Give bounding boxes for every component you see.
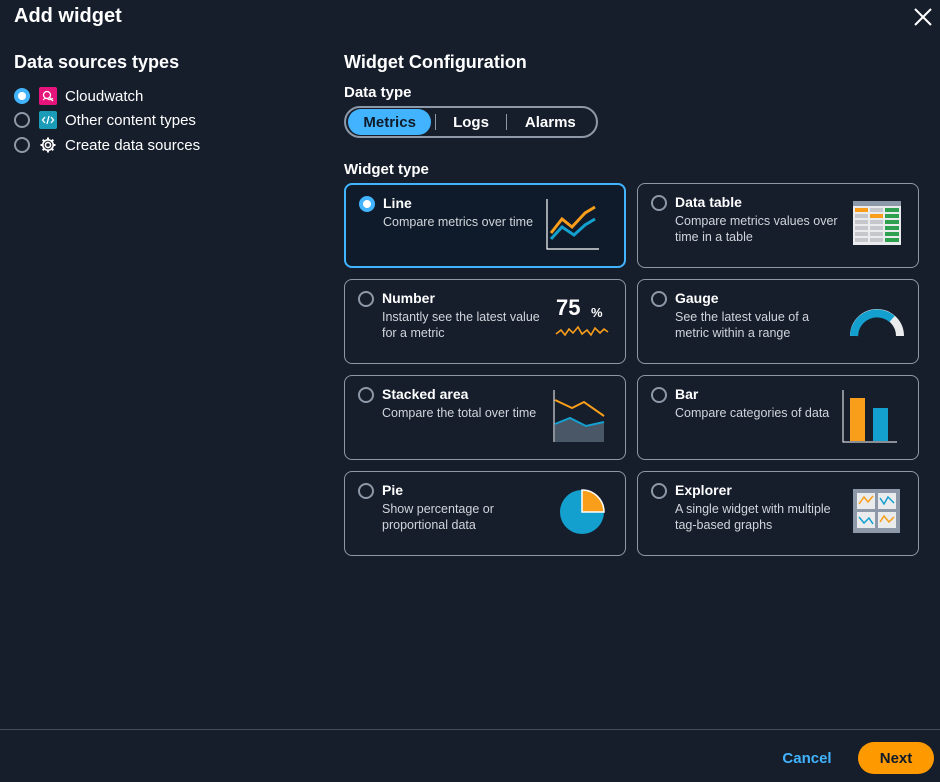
widget-description: Compare metrics values over time in a ta… (675, 214, 838, 244)
segment-logs[interactable]: Logs (436, 109, 505, 135)
segment-alarms[interactable]: Alarms (507, 109, 594, 135)
data-source-create[interactable]: Create data sources (14, 135, 200, 155)
footer-divider (0, 729, 940, 730)
widget-title: Stacked area (382, 386, 469, 402)
data-source-cloudwatch[interactable]: Cloudwatch (14, 86, 143, 106)
line-chart-icon (546, 199, 599, 250)
widget-card-number[interactable]: Number Instantly see the latest value fo… (344, 279, 626, 364)
widget-title: Number (382, 290, 435, 306)
data-source-label: Other content types (65, 111, 196, 129)
widget-card-stacked-area[interactable]: Stacked area Compare the total over time (344, 375, 626, 460)
dialog-title: Add widget (14, 5, 122, 27)
radio-button[interactable] (651, 195, 667, 211)
cloudwatch-icon (39, 87, 57, 105)
radio-button[interactable] (359, 196, 375, 212)
data-source-label: Create data sources (65, 136, 201, 154)
widget-card-data-table[interactable]: Data table Compare metrics values over t… (637, 183, 919, 268)
pie-chart-icon (560, 489, 605, 534)
radio-button[interactable] (651, 387, 667, 403)
gauge-icon (850, 309, 904, 337)
number-illustration-unit: % (591, 305, 603, 320)
widget-title: Gauge (675, 290, 719, 306)
radio-button[interactable] (14, 137, 30, 153)
widget-description: Show percentage or proportional data (382, 502, 494, 532)
radio-button[interactable] (358, 291, 374, 307)
bar-chart-icon (842, 390, 897, 443)
table-icon (853, 201, 901, 245)
next-button[interactable]: Next (858, 742, 934, 774)
gear-icon (39, 136, 57, 154)
widget-card-pie[interactable]: Pie Show percentage or proportional data (344, 471, 626, 556)
widget-description: Compare categories of data (675, 406, 830, 420)
data-sources-title: Data sources types (14, 52, 180, 72)
widget-title: Explorer (675, 482, 732, 498)
widget-type-label: Widget type (344, 161, 429, 178)
cancel-button[interactable]: Cancel (776, 745, 838, 771)
data-source-label: Cloudwatch (65, 87, 144, 105)
widget-description: See the latest value of a metric within … (675, 310, 810, 340)
data-type-segmented-control: Metrics Logs Alarms (344, 106, 598, 138)
widget-title: Line (383, 195, 412, 211)
code-icon (39, 111, 57, 129)
number-illustration-value: 75 (556, 295, 581, 320)
radio-button[interactable] (358, 483, 374, 499)
widget-card-line[interactable]: Line Compare metrics over time (344, 183, 626, 268)
data-source-other[interactable]: Other content types (14, 110, 196, 130)
close-icon[interactable] (912, 6, 934, 28)
widget-card-explorer[interactable]: Explorer A single widget with multiple t… (637, 471, 919, 556)
sparkline-icon (555, 325, 609, 337)
widget-description: Compare the total over time (382, 406, 537, 420)
segment-metrics[interactable]: Metrics (348, 109, 432, 135)
radio-button[interactable] (14, 112, 30, 128)
explorer-icon (853, 489, 900, 533)
widget-title: Data table (675, 194, 742, 210)
widget-card-bar[interactable]: Bar Compare categories of data (637, 375, 919, 460)
radio-button[interactable] (651, 291, 667, 307)
widget-description: A single widget with multiple tag-based … (675, 502, 831, 532)
radio-button[interactable] (651, 483, 667, 499)
data-type-label: Data type (344, 84, 412, 101)
widget-title: Pie (382, 482, 404, 498)
radio-button[interactable] (358, 387, 374, 403)
radio-button[interactable] (14, 88, 30, 104)
widget-card-gauge[interactable]: Gauge See the latest value of a metric w… (637, 279, 919, 364)
widget-description: Compare metrics over time (383, 215, 534, 229)
widget-config-title: Widget Configuration (344, 52, 527, 72)
widget-title: Bar (675, 386, 699, 402)
stacked-area-icon (553, 390, 605, 442)
widget-description: Instantly see the latest value for a met… (382, 310, 540, 340)
